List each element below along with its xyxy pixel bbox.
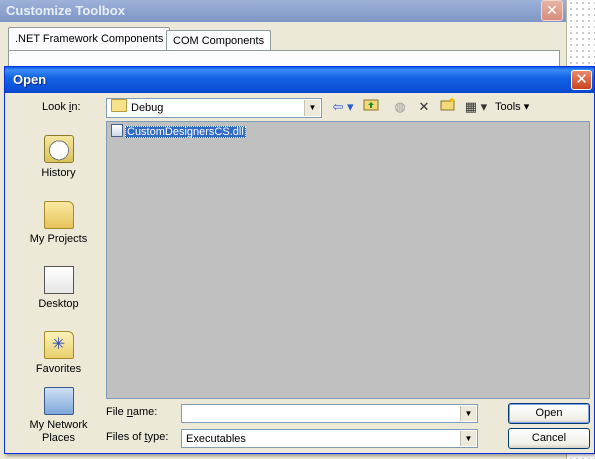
up-folder-icon[interactable] bbox=[361, 97, 381, 117]
network-places-icon bbox=[43, 387, 74, 415]
place-desktop[interactable]: Desktop bbox=[13, 266, 104, 311]
place-history[interactable]: History bbox=[13, 135, 104, 180]
list-item[interactable]: CustomDesignersCS.dll bbox=[111, 124, 246, 140]
open-dialog-close-icon[interactable]: ✕ bbox=[571, 70, 592, 90]
desktop-icon bbox=[43, 266, 74, 294]
search-web-icon[interactable]: ◍ bbox=[389, 97, 411, 117]
files-of-type-label: Files of type: bbox=[106, 431, 169, 443]
up-folder-svg bbox=[363, 99, 379, 111]
delete-icon[interactable]: ✕ bbox=[414, 97, 434, 117]
place-network-label: My Network Places bbox=[29, 419, 88, 444]
customize-toolbox-titlebar: Customize Toolbox ✕ bbox=[0, 0, 566, 22]
file-name-dropdown-icon[interactable]: ▼ bbox=[460, 406, 476, 421]
look-in-combo[interactable]: Debug ▼ bbox=[106, 98, 322, 118]
look-in-dropdown-icon[interactable]: ▼ bbox=[304, 100, 320, 116]
dll-file-icon bbox=[111, 124, 123, 137]
file-name-combo[interactable]: ▼ bbox=[181, 404, 478, 423]
open-dialog: Open ✕ Look in: Debug ▼ ⇦ ▾ ◍ ✕ ▦ ▾ Tool… bbox=[4, 66, 595, 454]
file-name-label: File name: bbox=[106, 406, 158, 418]
open-dialog-title: Open bbox=[13, 72, 47, 87]
tab-net-framework-components[interactable]: .NET Framework Components bbox=[8, 27, 171, 51]
tab-com-components[interactable]: COM Components bbox=[166, 30, 272, 51]
cancel-button[interactable]: Cancel bbox=[508, 428, 590, 449]
place-favorites-label: Favorites bbox=[35, 363, 82, 375]
place-favorites[interactable]: ✳ Favorites bbox=[13, 331, 104, 376]
file-list[interactable]: CustomDesignersCS.dll bbox=[106, 121, 590, 399]
places-bar: History My Projects Desktop ✳ Favorites … bbox=[13, 121, 104, 446]
look-in-label: Look in: bbox=[42, 101, 81, 113]
files-of-type-value: Executables bbox=[186, 433, 246, 445]
files-of-type-dropdown-icon[interactable]: ▼ bbox=[460, 431, 476, 446]
files-of-type-combo[interactable]: Executables ▼ bbox=[181, 429, 478, 448]
place-my-projects-label: My Projects bbox=[29, 233, 88, 245]
open-button[interactable]: Open bbox=[508, 403, 590, 424]
customize-toolbox-title: Customize Toolbox bbox=[6, 3, 125, 18]
history-icon bbox=[43, 135, 74, 163]
customize-toolbox-close-icon[interactable]: ✕ bbox=[541, 0, 563, 21]
open-button-label: Open bbox=[535, 407, 563, 419]
favorites-icon: ✳ bbox=[43, 331, 74, 359]
place-my-network-places[interactable]: My Network Places bbox=[13, 387, 104, 445]
tools-label: Tools bbox=[495, 101, 521, 113]
my-projects-icon bbox=[43, 201, 74, 229]
open-dialog-titlebar[interactable]: Open ✕ bbox=[5, 67, 594, 93]
place-my-projects[interactable]: My Projects bbox=[13, 201, 104, 246]
views-icon[interactable]: ▦ ▾ bbox=[461, 97, 491, 117]
look-in-value: Debug bbox=[131, 102, 164, 114]
tools-menu[interactable]: Tools ▾ bbox=[495, 100, 529, 113]
new-folder-icon[interactable] bbox=[437, 97, 459, 117]
place-history-label: History bbox=[41, 167, 76, 179]
new-folder-svg bbox=[440, 97, 455, 111]
back-arrow-icon[interactable]: ⇦ ▾ bbox=[331, 97, 355, 117]
file-name-text: CustomDesignersCS.dll bbox=[125, 126, 246, 138]
place-desktop-label: Desktop bbox=[38, 298, 79, 310]
folder-icon bbox=[111, 99, 127, 112]
